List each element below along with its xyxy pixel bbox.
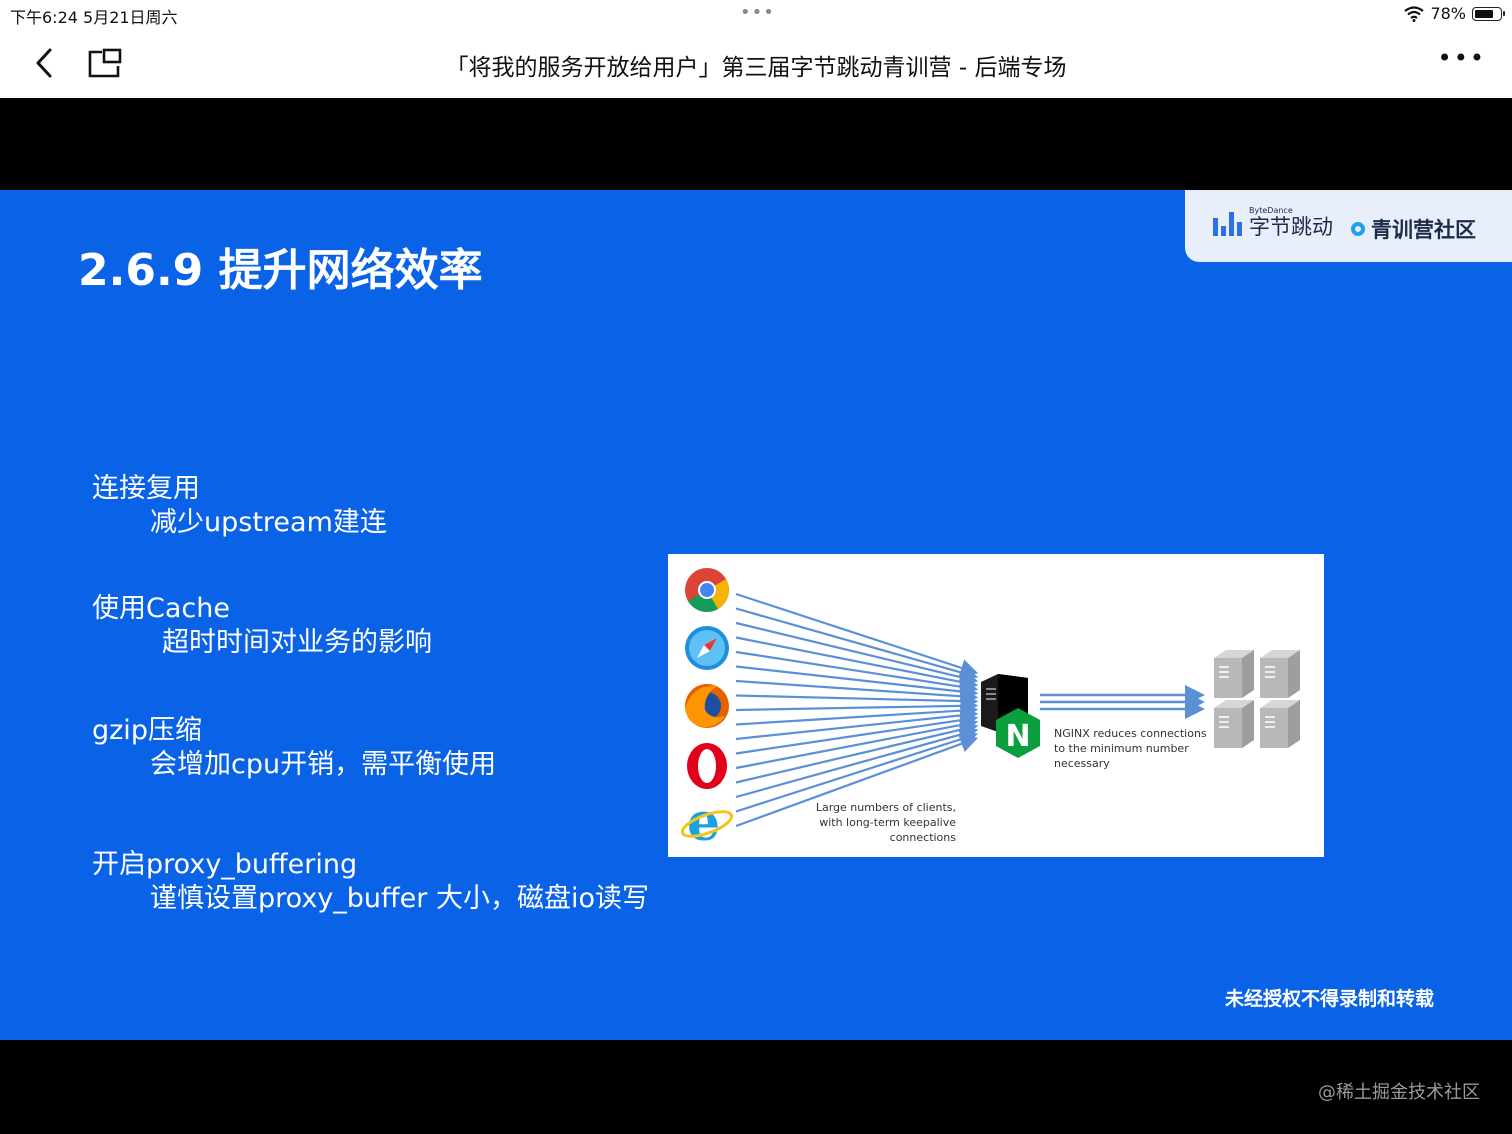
clients-caption: Large numbers of clients, with long-term… — [756, 800, 956, 845]
chevron-left-icon[interactable] — [26, 42, 62, 84]
connection-line — [735, 607, 979, 682]
wifi-icon — [1404, 5, 1425, 22]
battery-icon — [1472, 6, 1505, 21]
backend-server-icon — [1214, 650, 1254, 698]
chrome-icon — [685, 568, 729, 612]
status-right: 78% — [1404, 4, 1505, 23]
bytedance-en: ByteDance — [1249, 206, 1293, 215]
corner-watermark: @稀土掘金技术社区 — [1318, 1082, 1480, 1103]
item-heading: 使用Cache — [92, 593, 230, 624]
community-logo: 青训营社区 — [1351, 214, 1476, 244]
connection-line — [735, 692, 979, 710]
more-dots-icon[interactable]: ••• — [1438, 44, 1486, 72]
slide: 2.6.9 提升网络效率 ByteDance 字节跳动 青训营社区 连接复用 减… — [0, 190, 1512, 1040]
item-heading: 连接复用 — [92, 473, 200, 504]
backend-server-icon — [1260, 650, 1300, 698]
nginx-caption-line: necessary — [1054, 757, 1110, 770]
nginx-letter: N — [1005, 719, 1030, 754]
bytedance-logo-icon — [1213, 206, 1242, 236]
picture-in-picture-icon[interactable] — [86, 46, 126, 82]
connection-line — [735, 725, 979, 799]
connection-line — [735, 621, 979, 686]
nav-bar: 「将我的服务开放给用户」第三届字节跳动青训营 - 后端专场 ••• — [0, 30, 1512, 98]
client-connection-lines — [735, 592, 979, 828]
item-detail: 谨慎设置proxy_buffer 大小，磁盘io读写 — [150, 883, 649, 914]
bytedance-cn: 字节跳动 — [1249, 215, 1333, 239]
backend-server-icon — [1260, 700, 1300, 748]
nginx-caption: NGINX reduces connections to the minimum… — [1054, 726, 1214, 771]
multitask-dots-icon[interactable]: ••• — [740, 2, 775, 23]
status-time: 下午6:24 5月21日周六 — [10, 8, 178, 27]
backend-server-icon — [1214, 700, 1254, 748]
nginx-caption-line: NGINX reduces connections — [1054, 727, 1207, 740]
backend-servers — [1214, 650, 1300, 748]
item-heading: gzip压缩 — [92, 715, 202, 746]
community-name: 青训营社区 — [1371, 218, 1476, 242]
community-ring-icon — [1351, 222, 1365, 236]
nginx-diagram: e N Large numbers of clients, with long-… — [668, 554, 1324, 857]
ie-icon: e — [680, 792, 734, 853]
status-bar: 下午6:24 5月21日周六 ••• 78% — [0, 0, 1512, 30]
backend-connection-lines — [1040, 685, 1205, 719]
nginx-caption-line: to the minimum number — [1054, 742, 1189, 755]
connection-line — [735, 697, 979, 715]
video-player[interactable]: 2.6.9 提升网络效率 ByteDance 字节跳动 青训营社区 连接复用 减… — [0, 98, 1512, 1134]
item-heading: 开启proxy_buffering — [92, 849, 358, 880]
item-detail: 减少upstream建连 — [150, 507, 387, 538]
slide-title: 2.6.9 提升网络效率 — [78, 245, 483, 296]
battery-level — [1475, 9, 1493, 18]
item-detail: 会增加cpu开销，需平衡使用 — [150, 749, 497, 780]
page-title: 「将我的服务开放给用户」第三届字节跳动青训营 - 后端专场 — [445, 55, 1067, 81]
connection-line — [735, 716, 979, 770]
battery-percent: 78% — [1430, 4, 1466, 23]
firefox-icon — [685, 684, 729, 728]
clients-caption-line: with long-term keepalive connections — [819, 816, 956, 844]
opera-icon — [687, 743, 727, 789]
bytedance-logo: ByteDance 字节跳动 — [1249, 206, 1333, 239]
brand-banner: ByteDance 字节跳动 青训营社区 — [1185, 190, 1512, 262]
item-detail: 超时时间对业务的影响 — [162, 627, 432, 658]
clients-caption-line: Large numbers of clients, — [815, 801, 956, 814]
safari-icon — [685, 626, 729, 670]
slide-watermark: 未经授权不得录制和转载 — [1224, 988, 1434, 1010]
